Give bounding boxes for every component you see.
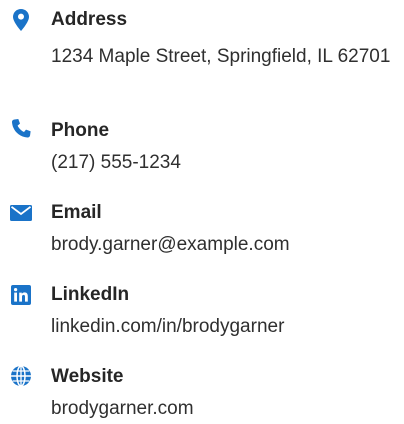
address-value: 1234 Maple Street, Springfield, IL 62701 bbox=[51, 46, 391, 67]
phone-icon bbox=[8, 118, 34, 144]
email-label: Email bbox=[51, 202, 102, 223]
email-value: brody.garner@example.com bbox=[51, 234, 290, 255]
website-label: Website bbox=[51, 366, 124, 387]
contact-info-list: Address 1234 Maple Street, Springfield, … bbox=[0, 0, 404, 421]
globe-icon bbox=[8, 365, 34, 391]
website-value: brodygarner.com bbox=[51, 398, 194, 419]
address-label: Address bbox=[51, 9, 128, 30]
phone-value: (217) 555-1234 bbox=[51, 152, 181, 173]
envelope-icon bbox=[8, 205, 34, 231]
linkedin-value: linkedin.com/in/brodygarner bbox=[51, 316, 285, 337]
map-pin-icon bbox=[8, 9, 34, 35]
phone-label: Phone bbox=[51, 120, 110, 141]
linkedin-icon bbox=[8, 285, 34, 311]
linkedin-label: LinkedIn bbox=[51, 284, 130, 305]
